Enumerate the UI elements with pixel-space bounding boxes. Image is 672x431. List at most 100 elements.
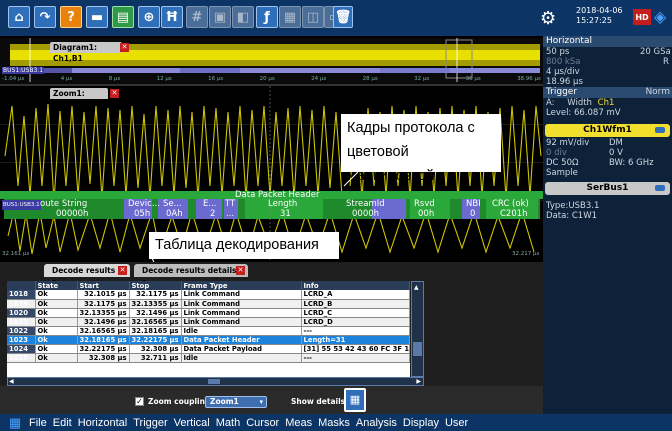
row-info: LCRD_B (301, 299, 410, 309)
row-info: [31] 55 53 42 43 60 FC 3F 1... (301, 344, 410, 354)
row-state: Ok (35, 308, 78, 318)
menu-cursor[interactable]: Cursor (243, 417, 282, 429)
trigger-title: Trigger (546, 87, 578, 97)
redo-icon[interactable]: ↷ (34, 6, 56, 28)
field-value: 2 (210, 209, 216, 219)
menu-bar: ▦ File Edit Horizontal Trigger Vertical … (0, 414, 672, 431)
tab-decode-details[interactable]: Decode results details B 1 (134, 264, 248, 288)
horizontal-header[interactable]: Horizontal (543, 36, 672, 47)
close-zoom1-icon[interactable]: ✕ (110, 89, 119, 98)
zoom-coupling-checkbox[interactable]: ✓ (135, 397, 144, 406)
ch1-toggle-icon[interactable] (655, 127, 665, 133)
col-header[interactable]: Frame Type (181, 281, 302, 290)
histogram-icon[interactable]: Ħ (161, 6, 183, 28)
close-tab1-icon[interactable]: ✕ (118, 266, 127, 275)
menu-meas[interactable]: Meas (282, 417, 315, 429)
col-header[interactable]: Start (77, 281, 130, 290)
menu-trigger[interactable]: Trigger (130, 417, 170, 429)
cursor-icon[interactable]: ◧ (232, 6, 254, 28)
menu-file[interactable]: File (26, 417, 50, 429)
image-icon[interactable]: ▤ (112, 6, 134, 28)
overview-time-axis: -1.04 µs 4 µs 8 µs 12 µs 16 µs 20 µs 24 … (0, 76, 543, 84)
bus-label-zoom: BUS1:USB3.1 (2, 200, 41, 210)
zoom-right-time: 32.217 µs (512, 251, 540, 257)
row-number: 1021 (7, 317, 36, 327)
ch1-bandwidth: BW: 6 GHz (609, 158, 654, 168)
scroll-left-icon[interactable]: ◀ (9, 378, 14, 385)
mask-icon[interactable]: ▣ (209, 6, 231, 28)
grid-icon[interactable]: # (186, 6, 208, 28)
field-value: ... (226, 209, 235, 219)
field-name: Rsvd (414, 199, 435, 209)
table-row[interactable]: 1021 Ok 32.1496 µs 32.16565 µs Link Command L… (7, 317, 410, 327)
menu-horizontal[interactable]: Horizontal (75, 417, 131, 429)
table-row[interactable]: 1018 Ok 32.1015 µs 32.1175 µs Link Command LC… (7, 290, 410, 300)
ch1-offset: 0 div (546, 148, 567, 158)
help-icon[interactable]: ? (60, 6, 82, 28)
zoom-coupling-label: Zoom coupling (148, 397, 211, 406)
ch1-header[interactable]: Ch1Wfm1 (545, 124, 670, 137)
zoom-select[interactable]: Zoom1 ▾ (205, 396, 267, 408)
serbus-header[interactable]: SerBus1 (545, 182, 670, 195)
row-info: Length=31 (301, 335, 410, 345)
col-header[interactable] (7, 281, 36, 290)
col-header[interactable]: State (35, 281, 78, 290)
serbus-toggle-icon[interactable] (655, 185, 665, 191)
menu-grid-icon[interactable]: ▦ (4, 414, 26, 431)
horizontal-scrollbar[interactable]: ◀ ▶ (7, 377, 424, 386)
menu-masks[interactable]: Masks (315, 417, 353, 429)
ch1-coupling: DC 50Ω (546, 158, 579, 168)
math-icon[interactable]: ƒ (256, 6, 278, 28)
zoom1-title[interactable]: Zoom1: Ch1,B1 (50, 88, 108, 109)
rs-logo-icon: ◈ (654, 7, 667, 26)
trigger-prefix: A: (546, 98, 555, 108)
table-row[interactable]: 1024 Ok 32.22175 µs 32.308 µs Data Packet Pa… (7, 344, 410, 354)
hscroll-thumb[interactable] (208, 379, 220, 384)
row-number: 1022 (7, 326, 36, 336)
close-diagram1-icon[interactable]: ✕ (120, 43, 129, 52)
home-icon[interactable]: ⌂ (8, 6, 30, 28)
tick: -1.04 µs (2, 76, 25, 82)
table-row[interactable]: 1022 Ok 32.16565 µs 32.18165 µs Idle --- (7, 326, 410, 336)
tile-icon[interactable]: ▦ (279, 6, 301, 28)
col-header[interactable]: Info (301, 281, 410, 290)
h-rate: 20 GSa (640, 47, 671, 57)
table-row[interactable]: 1020 Ok 32.13355 µs 32.1496 µs Link Command L… (7, 308, 410, 318)
zoom-icon[interactable]: ⊕ (138, 6, 160, 28)
row-start: 32.13355 µs (77, 308, 130, 318)
row-number: 1018 (7, 290, 36, 300)
menu-math[interactable]: Math (213, 417, 243, 429)
menu-vertical[interactable]: Vertical (171, 417, 213, 429)
gear-icon[interactable]: ⚙ (540, 8, 556, 29)
row-frame-type: Data Packet Payload (181, 344, 302, 354)
col-header[interactable]: Stop (129, 281, 182, 290)
table-row[interactable]: 1023 Ok 32.18165 µs 32.22175 µs Data Packet … (7, 335, 410, 345)
table-row[interactable]: 1025 Ok 32.308 µs 32.711 µs Idle --- (7, 353, 410, 363)
trigger-type: Width (567, 98, 592, 108)
menu-display[interactable]: Display (400, 417, 442, 429)
trigger-header[interactable]: Trigger Norm (543, 87, 672, 98)
field-name: oute String (40, 199, 88, 209)
row-frame-type: Link Command (181, 290, 302, 300)
scroll-up-icon[interactable]: ▲ (414, 284, 421, 291)
vertical-scrollbar[interactable]: ▲ (411, 281, 424, 377)
scroll-thumb[interactable] (413, 342, 422, 356)
open-folder-icon[interactable]: ▬ (86, 6, 108, 28)
menu-analysis[interactable]: Analysis (353, 417, 400, 429)
table-row[interactable]: 1019 Ok 32.1175 µs 32.13355 µs Link Command L… (7, 299, 410, 309)
layout-icon[interactable]: ◫ (302, 6, 324, 28)
chevron-down-icon: ▾ (259, 398, 263, 406)
scroll-right-icon[interactable]: ▶ (416, 378, 421, 385)
menu-edit[interactable]: Edit (50, 417, 75, 429)
row-stop: 32.308 µs (129, 344, 182, 354)
diagram1-title[interactable]: Diagram1: Ch1,B1 (50, 42, 122, 63)
field-name: CRC (ok) (492, 199, 529, 209)
hd-badge[interactable]: HD (633, 9, 651, 25)
show-details-button[interactable]: ▦ (344, 388, 366, 412)
row-state: Ok (35, 344, 78, 354)
menu-user[interactable]: User (442, 417, 471, 429)
delete-icon[interactable]: 🗑 (333, 6, 353, 28)
row-frame-type: Link Command (181, 299, 302, 309)
close-tab2-icon[interactable]: ✕ (236, 266, 245, 275)
zoom-left-time: 32.161 µs (2, 251, 30, 257)
